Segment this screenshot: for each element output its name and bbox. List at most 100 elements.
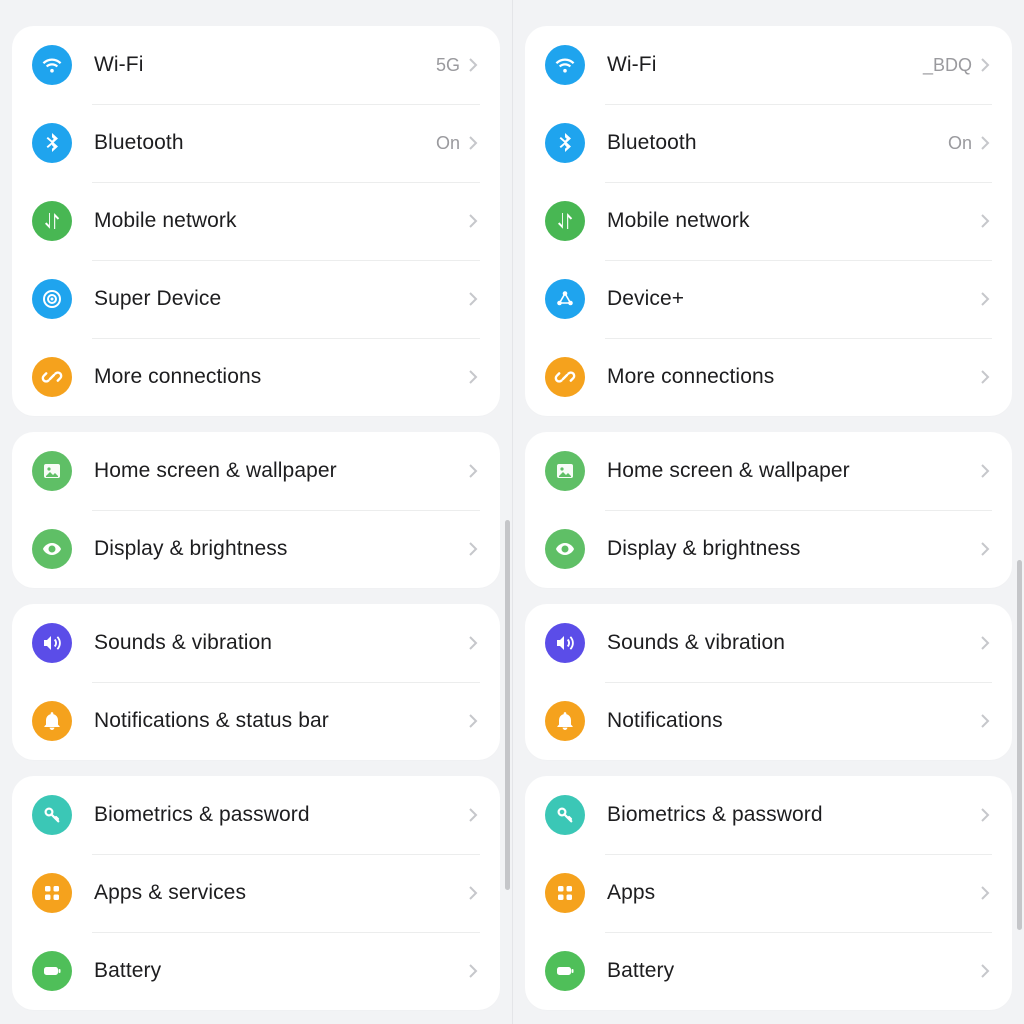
row-label: Bluetooth [607,131,948,155]
image-icon [545,451,585,491]
row-label: Super Device [94,287,466,311]
row-more-connections[interactable]: More connections [32,338,480,416]
bell-icon [32,701,72,741]
row-value: On [948,133,972,154]
card-display: Home screen & wallpaper Display & bright… [525,432,1012,588]
grid-icon [545,873,585,913]
arrows-icon [32,201,72,241]
eye-icon [32,529,72,569]
row-label: Apps & services [94,881,466,905]
sound-icon [545,623,585,663]
battery-icon [32,951,72,991]
chevron-right-icon [466,960,480,982]
row-notifications[interactable]: Notifications & status bar [32,682,480,760]
chevron-right-icon [466,804,480,826]
row-label: Biometrics & password [94,803,466,827]
chevron-right-icon [466,288,480,310]
row-value: 5G [436,55,460,76]
card-display: Home screen & wallpaper Display & bright… [12,432,500,588]
row-mobile-network[interactable]: Mobile network [545,182,992,260]
card-sound: Sounds & vibration Notifications & statu… [12,604,500,760]
wifi-icon [545,45,585,85]
row-mobile-network[interactable]: Mobile network [32,182,480,260]
row-super-device[interactable]: Super Device [32,260,480,338]
chevron-right-icon [978,132,992,154]
row-biometrics[interactable]: Biometrics & password [32,776,480,854]
row-apps[interactable]: Apps [545,854,992,932]
row-label: Home screen & wallpaper [607,459,978,483]
chevron-right-icon [466,460,480,482]
row-label: Biometrics & password [607,803,978,827]
chevron-right-icon [978,882,992,904]
row-label: Notifications & status bar [94,709,466,733]
row-more-connections[interactable]: More connections [545,338,992,416]
chevron-right-icon [466,538,480,560]
row-label: Device+ [607,287,978,311]
row-sounds[interactable]: Sounds & vibration [32,604,480,682]
row-value: On [436,133,460,154]
row-label: Notifications [607,709,978,733]
row-battery[interactable]: Battery [32,932,480,1010]
row-label: Display & brightness [607,537,978,561]
share-icon [545,279,585,319]
row-biometrics[interactable]: Biometrics & password [545,776,992,854]
row-label: Wi-Fi [607,53,923,77]
chevron-right-icon [978,366,992,388]
chevron-right-icon [978,710,992,732]
row-label: Sounds & vibration [607,631,978,655]
settings-pane-right: Wi-Fi _BDQ Bluetooth On Mobile network D… [512,0,1024,1024]
row-label: More connections [607,365,978,389]
row-device-plus[interactable]: Device+ [545,260,992,338]
row-home-wallpaper[interactable]: Home screen & wallpaper [32,432,480,510]
chevron-right-icon [978,288,992,310]
chevron-right-icon [978,804,992,826]
battery-icon [545,951,585,991]
chevron-right-icon [978,54,992,76]
row-display-brightness[interactable]: Display & brightness [545,510,992,588]
row-bluetooth[interactable]: Bluetooth On [545,104,992,182]
row-sounds[interactable]: Sounds & vibration [545,604,992,682]
image-icon [32,451,72,491]
chevron-right-icon [978,460,992,482]
row-battery[interactable]: Battery [545,932,992,1010]
chevron-right-icon [466,366,480,388]
row-label: Apps [607,881,978,905]
grid-icon [32,873,72,913]
sound-icon [32,623,72,663]
target-icon [32,279,72,319]
row-display-brightness[interactable]: Display & brightness [32,510,480,588]
chevron-right-icon [466,632,480,654]
card-security: Biometrics & password Apps Battery [525,776,1012,1010]
row-wifi[interactable]: Wi-Fi 5G [32,26,480,104]
settings-pane-left: Wi-Fi 5G Bluetooth On Mobile network Sup… [0,0,512,1024]
chevron-right-icon [978,960,992,982]
row-label: Battery [94,959,466,983]
chevron-right-icon [466,210,480,232]
key-icon [545,795,585,835]
row-wifi[interactable]: Wi-Fi _BDQ [545,26,992,104]
chevron-right-icon [978,632,992,654]
row-bluetooth[interactable]: Bluetooth On [32,104,480,182]
chevron-right-icon [978,210,992,232]
scrollbar[interactable] [505,520,510,890]
row-label: Mobile network [94,209,466,233]
card-connectivity: Wi-Fi _BDQ Bluetooth On Mobile network D… [525,26,1012,416]
chevron-right-icon [466,882,480,904]
row-home-wallpaper[interactable]: Home screen & wallpaper [545,432,992,510]
scrollbar[interactable] [1017,560,1022,930]
arrows-icon [545,201,585,241]
link-icon [32,357,72,397]
bluetooth-icon [32,123,72,163]
chevron-right-icon [466,710,480,732]
row-label: Bluetooth [94,131,436,155]
chevron-right-icon [466,54,480,76]
row-apps[interactable]: Apps & services [32,854,480,932]
row-label: More connections [94,365,466,389]
card-connectivity: Wi-Fi 5G Bluetooth On Mobile network Sup… [12,26,500,416]
row-value: _BDQ [923,55,972,76]
eye-icon [545,529,585,569]
row-label: Display & brightness [94,537,466,561]
row-notifications[interactable]: Notifications [545,682,992,760]
card-sound: Sounds & vibration Notifications [525,604,1012,760]
row-label: Sounds & vibration [94,631,466,655]
